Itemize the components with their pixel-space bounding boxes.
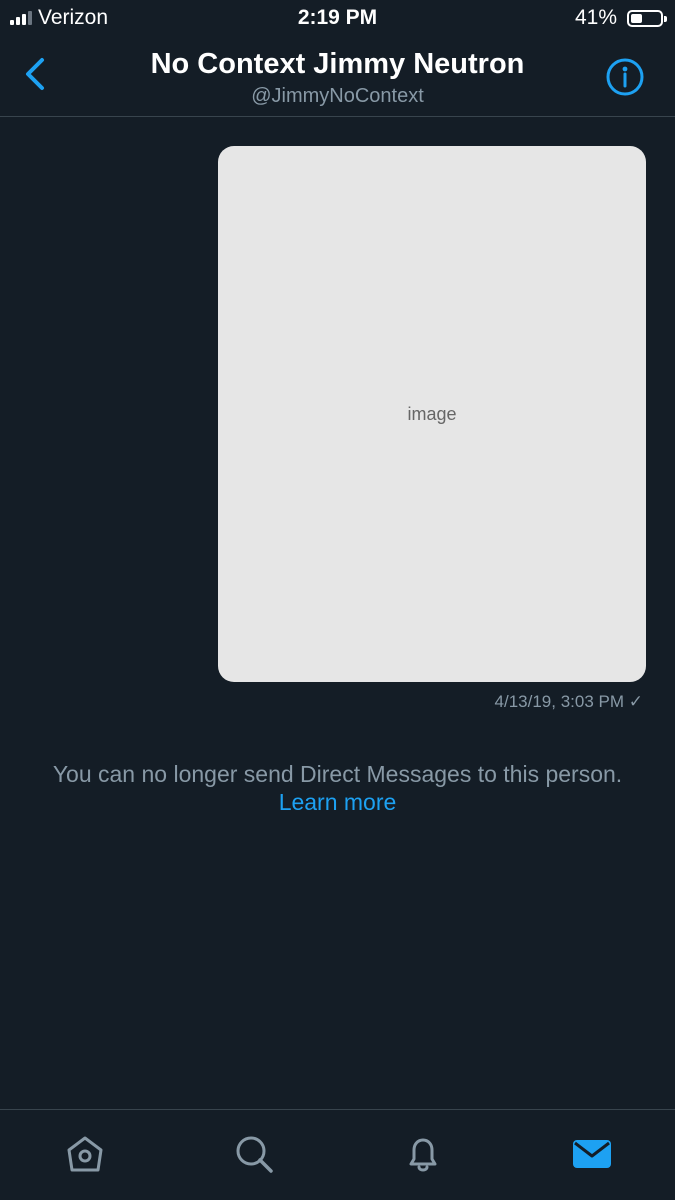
notice-text: You can no longer send Direct Messages t… <box>52 761 623 787</box>
tab-home[interactable] <box>63 1132 107 1176</box>
notifications-icon <box>409 1138 437 1172</box>
info-button[interactable] <box>605 57 645 97</box>
search-icon <box>236 1136 273 1173</box>
home-icon <box>67 1136 103 1172</box>
status-right: 41% <box>574 6 667 30</box>
tab-search[interactable] <box>232 1132 276 1176</box>
tab-bar <box>0 1109 675 1200</box>
status-bar: Verizon 2:19 PM 41% <box>0 0 675 38</box>
tab-notifications[interactable] <box>401 1132 445 1176</box>
message-timestamp: 4/13/19, 3:03 PM ✓ <box>494 692 643 711</box>
conversation-title: No Context Jimmy Neutron <box>150 48 525 80</box>
battery-percent: 41% <box>574 6 617 29</box>
messages-icon <box>573 1140 611 1168</box>
tab-messages[interactable] <box>570 1132 614 1176</box>
conversation-titles: No Context Jimmy Neutron @JimmyNoContext <box>90 48 585 108</box>
dm-disabled-notice: You can no longer send Direct Messages t… <box>0 760 675 816</box>
battery-icon <box>627 9 667 27</box>
info-icon <box>606 58 644 96</box>
status-time: 2:19 PM <box>297 6 378 29</box>
back-button[interactable] <box>20 54 52 94</box>
conversation-handle: @JimmyNoContext <box>251 85 424 107</box>
conversation-header: No Context Jimmy Neutron @JimmyNoContext <box>0 40 675 117</box>
chevron-left-icon <box>26 58 44 90</box>
learn-more-link[interactable]: Learn more <box>0 788 675 816</box>
message-media-image[interactable]: image <box>218 146 646 682</box>
